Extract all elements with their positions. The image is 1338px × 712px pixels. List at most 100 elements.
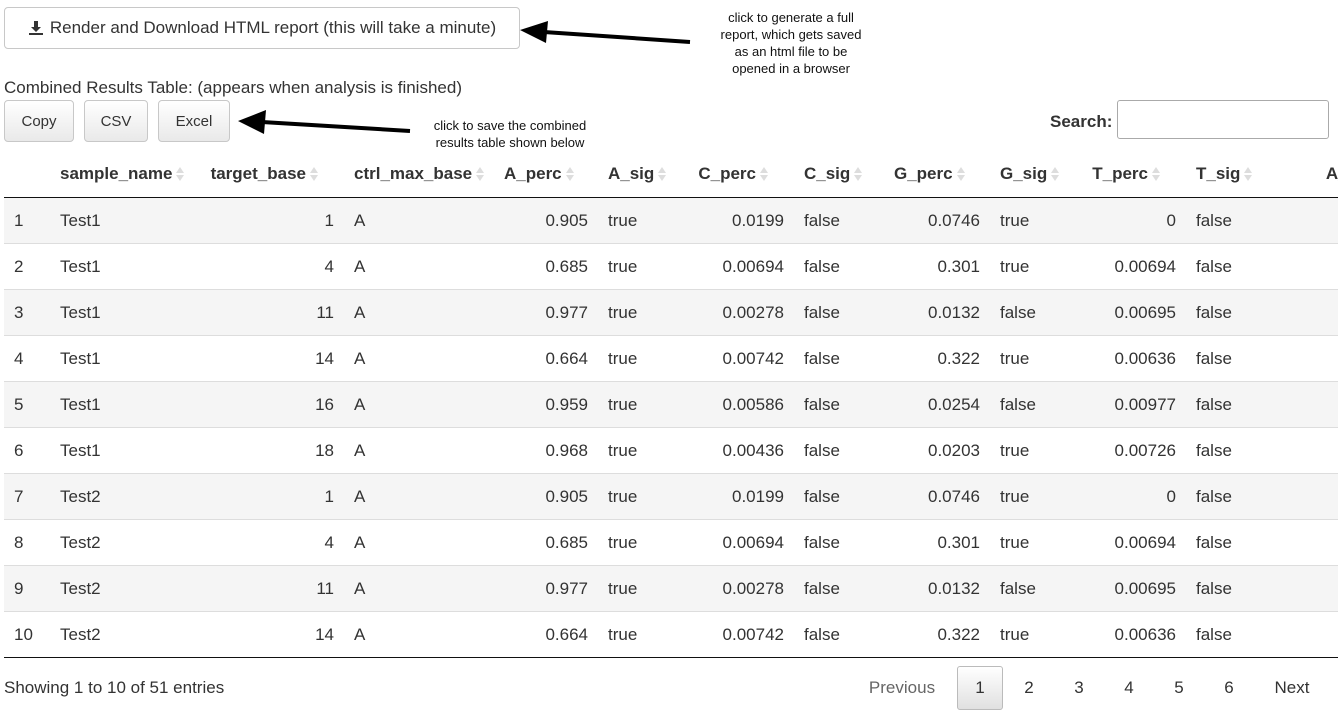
table-row[interactable]: 9 Test2 11 A 0.977 true 0.00278 false 0.0132 fals… <box>4 565 1338 612</box>
table-cell: 5 <box>1276 289 1338 336</box>
column-header-sample-name[interactable]: sample_name <box>50 150 200 198</box>
table-cell: true <box>990 243 1080 290</box>
table-row[interactable]: 7 Test2 1 A 0.905 true 0.0199 false 0.0746 true 0 f… <box>4 473 1338 520</box>
search-input[interactable] <box>1117 100 1329 139</box>
table-cell: 0.664 <box>494 335 598 382</box>
table-row[interactable]: 2 Test1 4 A 0.685 true 0.00694 false 0.301 true 0.… <box>4 243 1338 290</box>
table-row[interactable]: 5 Test1 16 A 0.959 true 0.00586 false 0.0254 fals… <box>4 381 1338 428</box>
table-cell: 0.0132 <box>884 289 990 336</box>
search-label: Search: <box>1050 112 1113 131</box>
save-note: click to save the combined results table… <box>433 118 587 150</box>
table-cell: false <box>1186 335 1276 382</box>
download-report-button[interactable]: Render and Download HTML report (this wi… <box>4 7 520 49</box>
table-row[interactable]: 10 Test2 14 A 0.664 true 0.00742 false 0.322 true… <box>4 611 1338 658</box>
table-cell: 0.00278 <box>688 289 794 336</box>
sort-arrows-icon[interactable] <box>1152 166 1160 182</box>
page-button-5[interactable]: 5 <box>1160 666 1198 710</box>
sort-arrows-icon[interactable] <box>476 166 485 182</box>
table-cell: false <box>794 565 884 612</box>
sort-arrows-icon[interactable] <box>1244 166 1253 182</box>
column-header-label: G_perc <box>894 163 953 183</box>
table-row[interactable]: 3 Test1 11 A 0.977 true 0.00278 false 0.0132 fals… <box>4 289 1338 336</box>
column-header-label: sample_name <box>60 163 173 183</box>
table-cell: A <box>344 197 494 244</box>
table-cell: true <box>990 335 1080 382</box>
table-cell: Test2 <box>50 473 200 520</box>
table-cell: 0.301 <box>884 243 990 290</box>
table-cell: 1 <box>1276 519 1338 566</box>
copy-button[interactable]: Copy <box>4 100 74 142</box>
table-cell: A <box>344 289 494 336</box>
table-cell: 0.0199 <box>688 473 794 520</box>
table-cell: Test2 <box>50 565 200 612</box>
table-cell: 1 <box>200 197 344 244</box>
csv-button[interactable]: CSV <box>84 100 148 142</box>
table-cell: true <box>990 427 1080 474</box>
sort-arrows-icon[interactable] <box>565 166 574 182</box>
sort-arrows-icon[interactable] <box>854 166 863 182</box>
page-button-3[interactable]: 3 <box>1060 666 1098 710</box>
table-row[interactable]: 4 Test1 14 A 0.664 true 0.00742 false 0.322 true 0… <box>4 335 1338 382</box>
table-cell: false <box>1186 611 1276 658</box>
column-header-ctrl-max-base[interactable]: ctrl_max_base <box>344 150 494 198</box>
results-table: sample_name target_base ctrl_max_base A_per… <box>4 150 1338 662</box>
table-cell: false <box>794 289 884 336</box>
table-cell: true <box>598 335 688 382</box>
page-button-6[interactable]: 6 <box>1210 666 1248 710</box>
table-cell: 0.0746 <box>884 473 990 520</box>
next-page-button[interactable]: Next <box>1262 666 1322 710</box>
table-cell: A <box>344 335 494 382</box>
table-cell: 0.664 <box>494 611 598 658</box>
column-header-g-sig[interactable]: G_sig <box>990 150 1080 198</box>
table-cell: false <box>990 381 1080 428</box>
previous-page-button[interactable]: Previous <box>856 666 948 710</box>
table-cell: 0.905 <box>494 473 598 520</box>
table-cell: 1 <box>1276 611 1338 658</box>
row-index-header <box>4 150 50 198</box>
table-header-row: sample_name target_base ctrl_max_base A_per… <box>4 150 1338 198</box>
sort-arrows-icon[interactable] <box>658 166 667 182</box>
sort-arrows-icon[interactable] <box>1051 166 1060 182</box>
column-header-t-sig[interactable]: T_sig <box>1186 150 1276 198</box>
report-note: click to generate a full report, which g… <box>720 10 862 76</box>
download-report-label: Render and Download HTML report (this wi… <box>49 18 497 37</box>
column-header-t-perc[interactable]: T_perc <box>1080 150 1186 198</box>
page-button-4[interactable]: 4 <box>1110 666 1148 710</box>
table-row[interactable]: 8 Test2 4 A 0.685 true 0.00694 false 0.301 true 0.… <box>4 519 1338 566</box>
table-cell: Test2 <box>50 519 200 566</box>
table-cell: true <box>598 427 688 474</box>
table-cell: A <box>344 381 494 428</box>
table-cell: 0.00694 <box>688 519 794 566</box>
table-cell: 0.322 <box>884 335 990 382</box>
column-header-a-p[interactable]: A_p <box>1276 150 1338 198</box>
sort-arrows-icon[interactable] <box>310 166 318 182</box>
table-cell: 0.00694 <box>1080 519 1186 566</box>
table-row[interactable]: 6 Test1 18 A 0.968 true 0.00436 false 0.0203 true… <box>4 427 1338 474</box>
table-cell: 0.00695 <box>1080 565 1186 612</box>
sort-arrows-icon[interactable] <box>176 166 185 182</box>
column-header-target-base[interactable]: target_base <box>200 150 344 198</box>
column-header-c-sig[interactable]: C_sig <box>794 150 884 198</box>
table-cell: false <box>1186 519 1276 566</box>
table-cell: 2 <box>4 243 50 290</box>
table-row[interactable]: 1 Test1 1 A 0.905 true 0.0199 false 0.0746 true 0 f… <box>4 197 1338 244</box>
table-cell: 0.00436 <box>688 427 794 474</box>
table-cell: 18 <box>200 427 344 474</box>
table-cell: 1 <box>1276 197 1338 244</box>
column-header-label: A_p <box>1325 163 1338 183</box>
excel-button[interactable]: Excel <box>158 100 230 142</box>
table-cell: 7 <box>4 473 50 520</box>
column-header-a-perc[interactable]: A_perc <box>494 150 598 198</box>
sort-arrows-icon[interactable] <box>956 166 965 182</box>
column-header-g-perc[interactable]: G_perc <box>884 150 990 198</box>
column-header-label: A_sig <box>608 163 655 183</box>
page-button-1[interactable]: 1 <box>957 666 1003 710</box>
table-cell: false <box>794 427 884 474</box>
page-button-2[interactable]: 2 <box>1010 666 1048 710</box>
column-header-a-sig[interactable]: A_sig <box>598 150 688 198</box>
table-cell: 0.0132 <box>884 565 990 612</box>
column-header-c-perc[interactable]: C_perc <box>688 150 794 198</box>
table-cell: 1 <box>1276 381 1338 428</box>
sort-arrows-icon[interactable] <box>760 166 768 182</box>
table-cell: 5 <box>1276 565 1338 612</box>
